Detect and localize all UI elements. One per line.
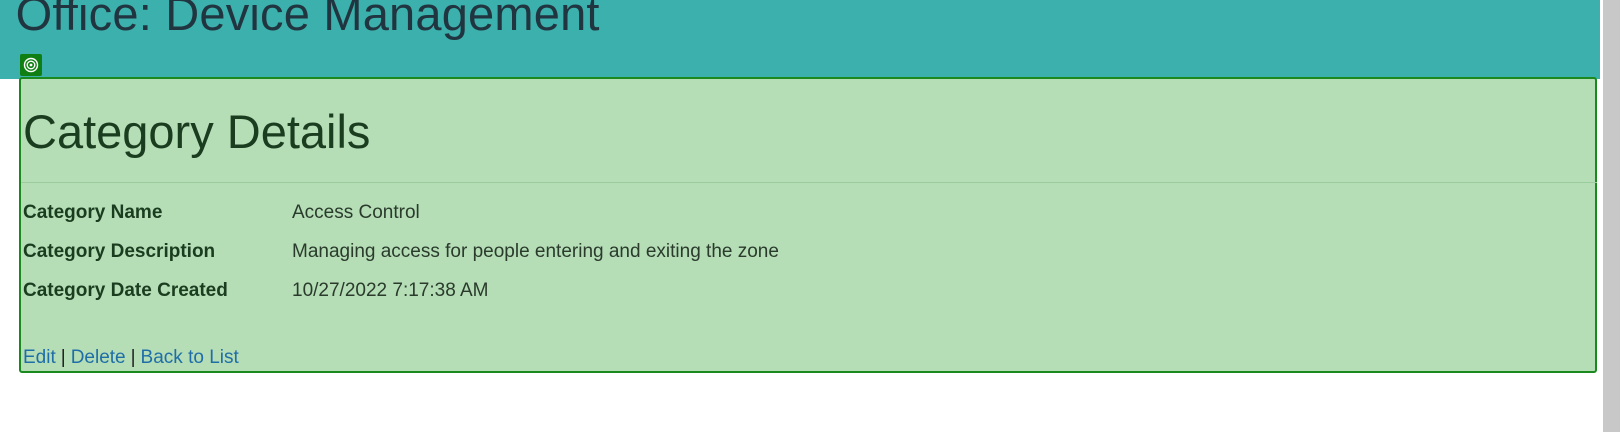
field-label-category-date-created: Category Date Created xyxy=(23,280,228,301)
page-header-title: d Office: Device Management xyxy=(0,0,600,40)
back-to-list-link[interactable]: Back to List xyxy=(141,347,239,368)
page: d Office: Device Management Category Det… xyxy=(0,0,1620,432)
page-title: Category Details xyxy=(23,105,371,158)
target-icon xyxy=(20,54,42,76)
vertical-scrollbar[interactable] xyxy=(1603,0,1620,432)
field-label-category-description: Category Description xyxy=(23,241,216,262)
field-value-category-description: Managing access for people entering and … xyxy=(292,241,779,262)
field-value-category-name: Access Control xyxy=(292,202,420,223)
header-banner: d Office: Device Management xyxy=(0,0,1600,79)
field-label-category-name: Category Name xyxy=(23,202,163,223)
separator: | xyxy=(130,347,136,368)
separator: | xyxy=(60,347,66,368)
divider xyxy=(21,182,1597,183)
edit-link[interactable]: Edit xyxy=(23,347,56,368)
delete-link[interactable]: Delete xyxy=(71,347,126,368)
action-links: Edit | Delete | Back to List xyxy=(23,347,239,369)
field-value-category-date-created: 10/27/2022 7:17:38 AM xyxy=(292,280,489,301)
